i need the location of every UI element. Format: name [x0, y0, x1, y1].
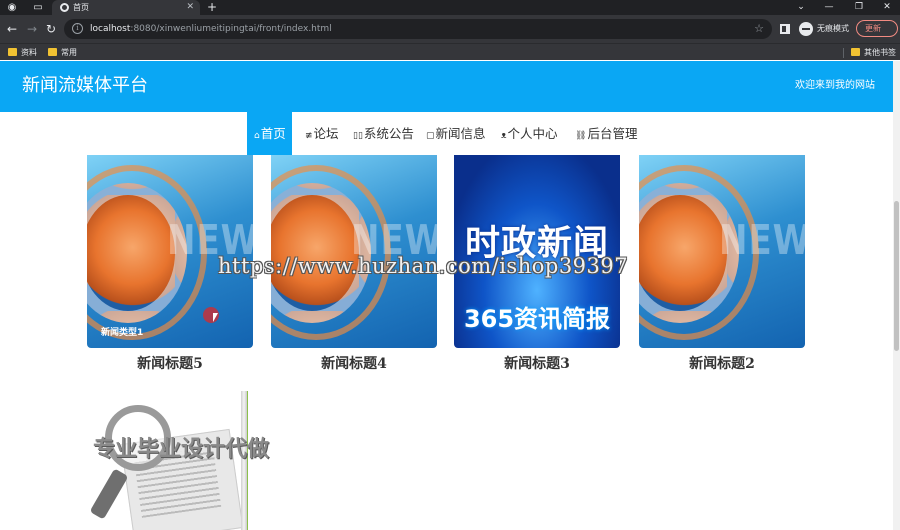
back-icon[interactable]: ← — [4, 21, 20, 37]
notice-icon: ▯▯ — [353, 131, 363, 141]
promo-image-text: 专业毕业设计代做 — [93, 437, 270, 462]
news-card-title[interactable]: 新闻标题2 — [639, 355, 805, 373]
other-bookmarks[interactable]: 其他书签 — [851, 46, 896, 59]
user-icon: ᴥ — [501, 131, 507, 141]
reload-icon[interactable]: ↻ — [43, 21, 59, 37]
site-title: 新闻流媒体平台 — [22, 75, 148, 96]
browser-toolbar: ← → ↻ i localhost:8080/xinwenliumeitipin… — [0, 15, 900, 43]
tab-search-icon[interactable]: ▭ — [32, 2, 44, 13]
site-header: 新闻流媒体平台 欢迎来到我的网站 — [0, 61, 893, 112]
incognito-icon[interactable] — [799, 22, 813, 36]
globe-icon — [60, 3, 69, 12]
welcome-text: 欢迎来到我的网站 — [795, 80, 875, 91]
forward-icon[interactable]: → — [24, 21, 40, 37]
news-thumbnail[interactable]: NEWS 新闻类型1 — [87, 155, 253, 348]
close-window-icon[interactable]: ✕ — [872, 0, 900, 15]
main-nav: ⌂首页 ≢论坛 ▯▯系统公告 ▢新闻信息 ᴥ个人中心 ⛓后台管理 — [0, 112, 893, 155]
url-text[interactable]: localhost:8080/xinwenliumeitipingtai/fro… — [90, 22, 332, 36]
news-image-word: NEWS — [719, 217, 805, 265]
bookmark-folder-1[interactable]: 资料 — [8, 46, 37, 59]
news-thumbnail[interactable]: 时政新闻 365资讯简报 — [454, 155, 620, 348]
news-card-title[interactable]: 新闻标题4 — [271, 355, 437, 373]
news-type-overlay: 新闻类型1 — [101, 328, 144, 338]
news-card-title[interactable]: 新闻标题5 — [87, 355, 253, 373]
folder-icon — [48, 48, 57, 56]
site-info-icon[interactable]: i — [72, 23, 83, 34]
bookmark-folder-2[interactable]: 常用 — [48, 46, 77, 59]
minimize-icon[interactable]: — — [814, 0, 844, 15]
news-thumbnail-second-row[interactable]: 专业毕业设计代做 — [87, 391, 312, 530]
new-tab-icon[interactable]: + — [207, 0, 217, 15]
nav-notice[interactable]: ▯▯系统公告 — [353, 112, 414, 155]
folder-icon — [851, 48, 860, 56]
bookmarks-divider — [843, 48, 844, 58]
nav-forum[interactable]: ≢论坛 — [305, 112, 339, 155]
page-scrollbar[interactable] — [893, 61, 900, 530]
tab-dropdown-icon[interactable]: ⌄ — [786, 0, 816, 15]
news-card-title[interactable]: 新闻标题3 — [454, 355, 620, 373]
nav-personal-center[interactable]: ᴥ个人中心 — [501, 112, 557, 155]
news-card[interactable]: NEWS 新闻标题2 — [639, 155, 805, 377]
incognito-label: 无痕模式 — [817, 24, 849, 33]
news-image-subline: 365资讯简报 — [463, 305, 611, 333]
cursor-icon — [213, 313, 218, 322]
browser-tab-strip: ◉ ▭ 首页 ✕ + ⌄ — ❐ ✕ — [0, 0, 900, 15]
news-thumbnail[interactable]: NEWS — [271, 155, 437, 348]
browser-tab-active[interactable]: 首页 ✕ — [52, 0, 200, 15]
document-icon: ▢ — [426, 131, 435, 141]
home-icon: ⌂ — [254, 131, 260, 141]
nav-home[interactable]: ⌂首页 — [247, 112, 292, 155]
update-button[interactable]: 更新 — [856, 20, 898, 37]
scrollbar-thumb[interactable] — [894, 201, 899, 351]
page-viewport: 新闻流媒体平台 欢迎来到我的网站 ⌂首页 ≢论坛 ▯▯系统公告 ▢新闻信息 ᴥ个… — [0, 61, 893, 530]
restore-icon[interactable]: ❐ — [844, 0, 874, 15]
bookmarks-bar: 资料 常用 其他书签 — [0, 43, 900, 60]
news-thumbnail[interactable]: NEWS — [639, 155, 805, 348]
bookmark-star-icon[interactable]: ☆ — [754, 21, 764, 37]
watermark-text: https://www.huzhan.com/ishop39397 — [218, 254, 629, 278]
nav-admin[interactable]: ⛓后台管理 — [575, 112, 637, 155]
side-panel-icon[interactable] — [780, 24, 790, 34]
folder-icon — [8, 48, 17, 56]
address-bar[interactable]: i localhost:8080/xinwenliumeitipingtai/f… — [64, 19, 772, 39]
tab-title: 首页 — [73, 3, 89, 12]
forum-icon: ≢ — [305, 131, 313, 141]
browser-menu-icon[interactable]: ◉ — [6, 2, 18, 13]
tab-close-icon[interactable]: ✕ — [186, 1, 194, 14]
link-icon: ⛓ — [575, 131, 587, 141]
nav-news-info[interactable]: ▢新闻信息 — [426, 112, 486, 155]
